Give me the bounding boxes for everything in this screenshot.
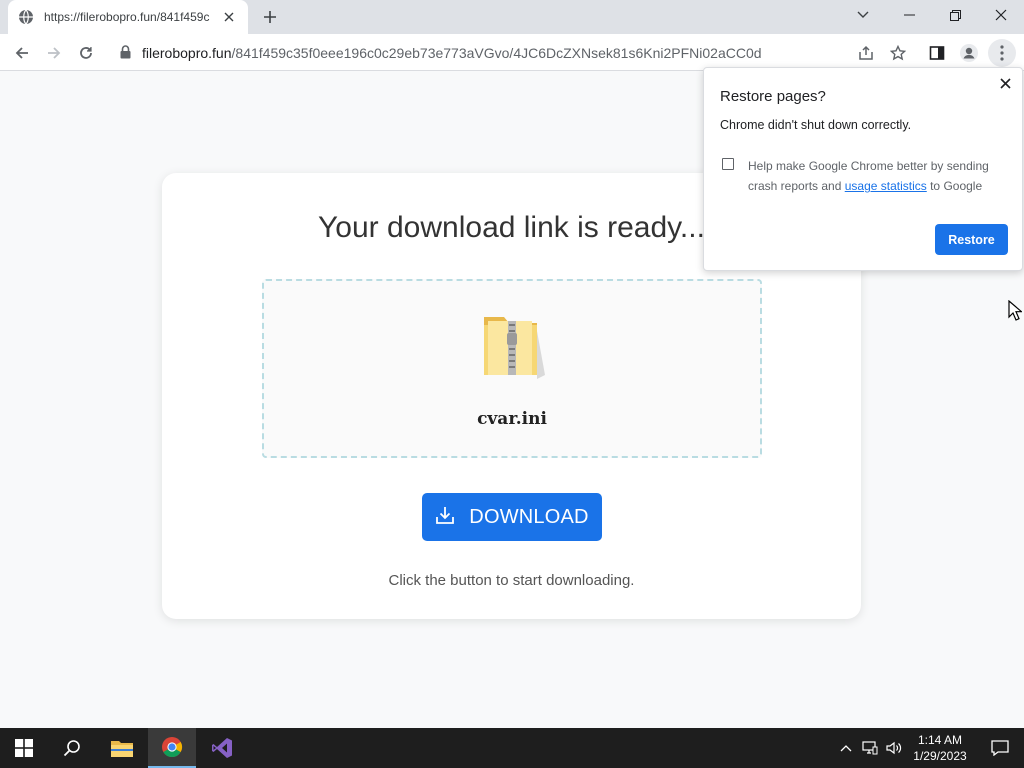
bookmark-star-icon[interactable] xyxy=(884,39,912,67)
system-clock[interactable]: 1:14 AM 1/29/2023 xyxy=(905,732,975,764)
download-hint: Click the button to start downloading. xyxy=(388,572,635,589)
file-name: cvar.ini xyxy=(477,409,547,429)
forward-button[interactable] xyxy=(40,39,68,67)
restore-pages-popup: Restore pages? Chrome didn't shut down c… xyxy=(703,67,1023,271)
zip-folder-icon xyxy=(478,311,548,388)
restore-window-button[interactable] xyxy=(932,0,978,30)
usage-statistics-link[interactable]: usage statistics xyxy=(845,179,927,193)
file-preview: cvar.ini xyxy=(262,279,762,458)
browser-toolbar: filerobopro.fun/841f459c35f0eee196c0c29e… xyxy=(0,34,1024,71)
file-explorer-icon[interactable] xyxy=(98,728,146,768)
side-panel-icon[interactable] xyxy=(923,39,951,67)
restore-button[interactable]: Restore xyxy=(935,224,1008,255)
menu-kebab-icon[interactable] xyxy=(988,39,1016,67)
download-button-label: DOWNLOAD xyxy=(469,505,589,528)
download-button[interactable]: DOWNLOAD xyxy=(422,493,602,541)
lock-icon[interactable] xyxy=(120,45,131,64)
profile-avatar-icon[interactable] xyxy=(955,39,983,67)
close-tab-icon[interactable] xyxy=(220,8,238,26)
taskbar: 1:14 AM 1/29/2023 xyxy=(0,728,1024,768)
tab-strip: https://filerobopro.fun/841f459c xyxy=(0,0,1024,34)
share-icon[interactable] xyxy=(852,39,880,67)
popup-message: Chrome didn't shut down correctly. xyxy=(720,118,912,132)
clock-date: 1/29/2023 xyxy=(913,749,967,763)
volume-icon[interactable] xyxy=(882,728,906,768)
chevron-up-icon[interactable] xyxy=(834,728,858,768)
crash-report-label: Help make Google Chrome better by sendin… xyxy=(748,156,1008,196)
windows-start-icon[interactable] xyxy=(0,728,48,768)
tab-title: https://filerobopro.fun/841f459c xyxy=(44,10,210,24)
new-tab-button[interactable] xyxy=(258,6,282,28)
tab-search-icon[interactable] xyxy=(840,0,886,30)
url-host: filerobopro.fun xyxy=(142,45,232,61)
url-text[interactable]: filerobopro.fun/841f459c35f0eee196c0c29e… xyxy=(142,45,762,61)
address-bar[interactable]: filerobopro.fun/841f459c35f0eee196c0c29e… xyxy=(108,37,920,68)
close-icon[interactable] xyxy=(996,74,1014,92)
download-icon xyxy=(435,505,455,530)
back-button[interactable] xyxy=(8,39,36,67)
minimize-button[interactable] xyxy=(886,0,932,30)
notifications-icon[interactable] xyxy=(976,728,1024,768)
network-icon[interactable] xyxy=(858,728,882,768)
mouse-cursor-icon xyxy=(1008,299,1024,327)
clock-time: 1:14 AM xyxy=(917,733,963,747)
close-window-button[interactable] xyxy=(978,0,1024,30)
browser-tab[interactable]: https://filerobopro.fun/841f459c xyxy=(8,0,248,34)
globe-icon xyxy=(18,9,34,25)
crash-report-checkbox[interactable] xyxy=(722,158,734,170)
help-text-suffix: to Google xyxy=(926,179,983,193)
visual-studio-icon[interactable] xyxy=(198,728,246,768)
reload-button[interactable] xyxy=(72,39,100,67)
url-path: /841f459c35f0eee196c0c29eb73e773aVGvo/4J… xyxy=(231,45,762,61)
popup-title: Restore pages? xyxy=(720,88,826,105)
search-icon[interactable] xyxy=(48,728,96,768)
chrome-icon[interactable] xyxy=(148,728,196,768)
